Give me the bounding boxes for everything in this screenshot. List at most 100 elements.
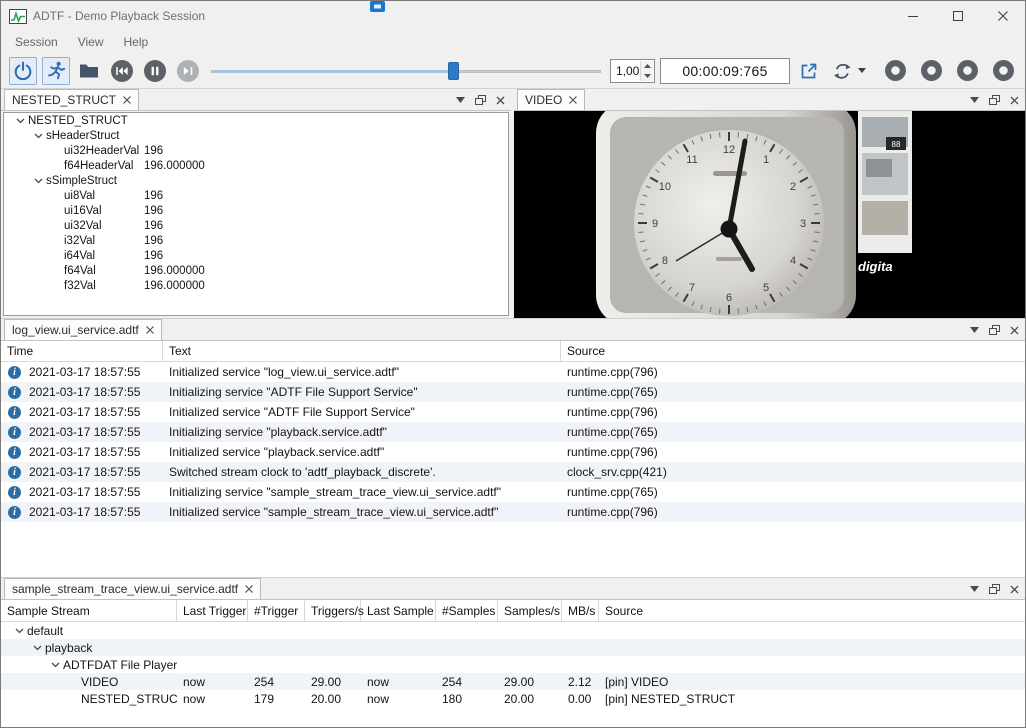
table-row[interactable]: VIDEO now 254 29.00 now 254 29.00 2.12 [… bbox=[1, 673, 1025, 690]
tab-video[interactable]: VIDEO bbox=[517, 89, 585, 110]
table-row[interactable]: NESTED_STRUCT now 179 20.00 now 180 20.0… bbox=[1, 690, 1025, 707]
close-icon bbox=[1010, 96, 1019, 105]
speed-spinner[interactable] bbox=[640, 61, 653, 81]
table-row[interactable]: 2021-03-17 18:57:55 Initialized service … bbox=[1, 402, 1025, 422]
jump-to-end-button[interactable] bbox=[174, 57, 202, 85]
tree-row[interactable]: ui32Val 196 bbox=[4, 218, 508, 233]
table-row[interactable]: default bbox=[1, 622, 1025, 639]
marker-button-1[interactable] bbox=[883, 57, 907, 85]
tab-close-icon[interactable] bbox=[245, 585, 253, 593]
tree-row[interactable]: ui8Val 196 bbox=[4, 188, 508, 203]
table-row[interactable]: 2021-03-17 18:57:55 Initialized service … bbox=[1, 502, 1025, 522]
table-row[interactable]: 2021-03-17 18:57:55 Initialized service … bbox=[1, 442, 1025, 462]
chevron-down-icon[interactable] bbox=[11, 628, 27, 634]
close-button[interactable] bbox=[980, 1, 1025, 31]
column-header-triggers-s[interactable]: Triggers/s bbox=[305, 600, 361, 621]
tree-row[interactable]: NESTED_STRUCT bbox=[4, 113, 508, 128]
panel-menu-button[interactable] bbox=[456, 97, 465, 103]
marker-button-4[interactable] bbox=[991, 57, 1015, 85]
table-row[interactable]: 2021-03-17 18:57:55 Switched stream cloc… bbox=[1, 462, 1025, 482]
panel-float-button[interactable] bbox=[989, 95, 1000, 105]
seek-slider-handle[interactable] bbox=[448, 62, 459, 80]
column-header-sample-stream[interactable]: Sample Stream bbox=[1, 600, 177, 621]
tree-row[interactable]: f32Val 196.000000 bbox=[4, 278, 508, 293]
panel-float-button[interactable] bbox=[989, 584, 1000, 594]
chevron-down-icon[interactable] bbox=[29, 645, 45, 651]
column-header-trigger[interactable]: #Trigger bbox=[248, 600, 305, 621]
maximize-button[interactable] bbox=[935, 1, 980, 31]
table-row[interactable]: 2021-03-17 18:57:55 Initializing service… bbox=[1, 422, 1025, 442]
column-header-source[interactable]: Source bbox=[561, 341, 1025, 361]
detach-button[interactable] bbox=[795, 57, 823, 85]
log-source: runtime.cpp(796) bbox=[561, 402, 1025, 422]
chevron-down-icon[interactable] bbox=[30, 178, 46, 184]
loop-button[interactable] bbox=[828, 57, 856, 85]
tree-row[interactable]: ui32HeaderVal 196 bbox=[4, 143, 508, 158]
cell-mbs: 0.00 bbox=[562, 690, 599, 707]
panel-menu-button[interactable] bbox=[970, 327, 979, 333]
speed-spinbox[interactable]: 1,00x bbox=[610, 59, 655, 83]
log-source: runtime.cpp(796) bbox=[561, 362, 1025, 382]
table-row[interactable]: 2021-03-17 18:57:55 Initializing service… bbox=[1, 482, 1025, 502]
tree-row[interactable]: f64Val 196.000000 bbox=[4, 263, 508, 278]
panel-float-button[interactable] bbox=[989, 325, 1000, 335]
column-header-text[interactable]: Text bbox=[163, 341, 561, 361]
column-header-mbs[interactable]: MB/s bbox=[562, 600, 599, 621]
close-icon bbox=[496, 96, 505, 105]
panel-close-button[interactable] bbox=[1010, 96, 1019, 105]
column-header-source[interactable]: Source bbox=[599, 600, 1025, 621]
panel-close-button[interactable] bbox=[1010, 326, 1019, 335]
tree-row[interactable]: i64Val 196 bbox=[4, 248, 508, 263]
menu-view[interactable]: View bbox=[68, 33, 114, 51]
streams-table: Sample Stream Last Trigger #Trigger Trig… bbox=[1, 600, 1025, 727]
jump-to-begin-button[interactable] bbox=[108, 57, 136, 85]
panel-close-button[interactable] bbox=[1010, 585, 1019, 594]
tab-close-icon[interactable] bbox=[146, 326, 154, 334]
column-header-last-trigger[interactable]: Last Trigger bbox=[177, 600, 248, 621]
column-header-samples[interactable]: #Samples bbox=[436, 600, 498, 621]
table-row[interactable]: 2021-03-17 18:57:55 Initializing service… bbox=[1, 382, 1025, 402]
log-time: 2021-03-17 18:57:55 bbox=[29, 365, 140, 379]
tree-row[interactable]: sSimpleStruct bbox=[4, 173, 508, 188]
seek-slider[interactable] bbox=[211, 57, 601, 85]
tab-close-icon[interactable] bbox=[123, 96, 131, 104]
tree-row[interactable]: i32Val 196 bbox=[4, 233, 508, 248]
chevron-down-icon[interactable] bbox=[47, 662, 63, 668]
menu-help[interactable]: Help bbox=[114, 33, 159, 51]
init-session-button[interactable] bbox=[9, 57, 37, 85]
tree-row[interactable]: f64HeaderVal 196.000000 bbox=[4, 158, 508, 173]
table-row[interactable]: playback bbox=[1, 639, 1025, 656]
minimize-button[interactable] bbox=[890, 1, 935, 31]
chevron-down-icon bbox=[970, 586, 979, 592]
cell-last-trigger: now bbox=[177, 690, 248, 707]
table-row[interactable]: 2021-03-17 18:57:55 Initialized service … bbox=[1, 362, 1025, 382]
tree-row[interactable]: sHeaderStruct bbox=[4, 128, 508, 143]
time-display[interactable]: 00:00:09:765 bbox=[660, 58, 790, 84]
float-icon bbox=[989, 584, 1000, 594]
loop-dropdown-arrow[interactable] bbox=[858, 68, 866, 73]
tab-close-icon[interactable] bbox=[569, 96, 577, 104]
cell-triggers-per-s: 20.00 bbox=[305, 690, 361, 707]
column-header-time[interactable]: Time bbox=[1, 341, 163, 361]
dock-indicator-icon bbox=[370, 1, 385, 15]
svg-text:7: 7 bbox=[689, 282, 695, 294]
marker-button-3[interactable] bbox=[955, 57, 979, 85]
open-file-button[interactable] bbox=[75, 57, 103, 85]
tab-sample-stream-trace-view[interactable]: sample_stream_trace_view.ui_service.adtf bbox=[4, 578, 261, 599]
run-button[interactable] bbox=[42, 57, 70, 85]
panel-menu-button[interactable] bbox=[970, 586, 979, 592]
panel-float-button[interactable] bbox=[475, 95, 486, 105]
tab-nested-struct[interactable]: NESTED_STRUCT bbox=[4, 89, 139, 110]
marker-button-2[interactable] bbox=[919, 57, 943, 85]
panel-close-button[interactable] bbox=[496, 96, 505, 105]
chevron-down-icon[interactable] bbox=[30, 133, 46, 139]
pause-button[interactable] bbox=[141, 57, 169, 85]
menu-session[interactable]: Session bbox=[5, 33, 68, 51]
tree-row[interactable]: ui16Val 196 bbox=[4, 203, 508, 218]
column-header-samples-s[interactable]: Samples/s bbox=[498, 600, 562, 621]
panel-menu-button[interactable] bbox=[970, 97, 979, 103]
tab-log-view[interactable]: log_view.ui_service.adtf bbox=[4, 319, 162, 340]
chevron-down-icon[interactable] bbox=[12, 118, 28, 124]
table-row[interactable]: ADTFDAT File Player bbox=[1, 656, 1025, 673]
column-header-last-sample[interactable]: Last Sample bbox=[361, 600, 436, 621]
